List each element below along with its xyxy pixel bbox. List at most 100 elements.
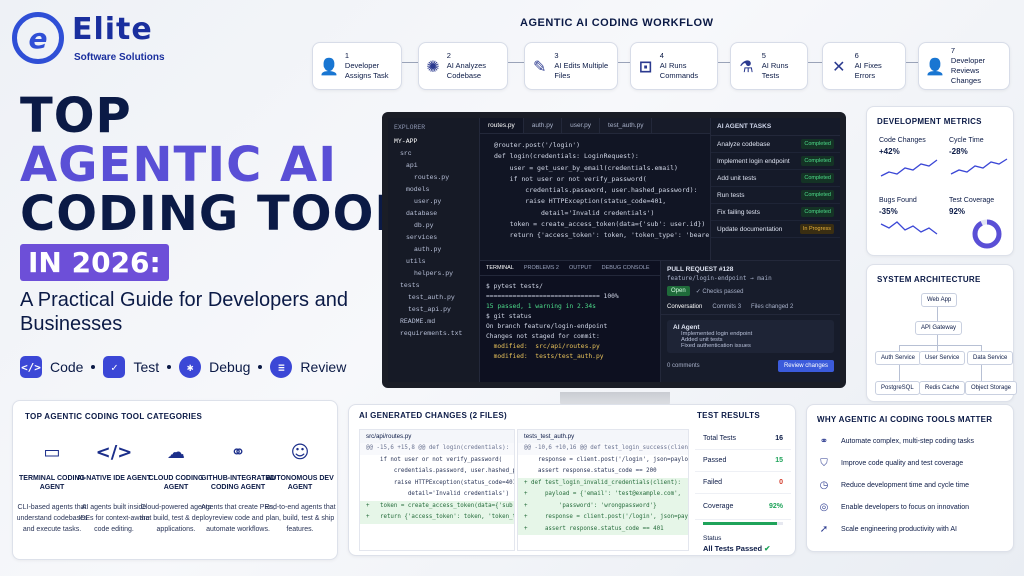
results-title: TEST RESULTS xyxy=(697,411,761,420)
edit-icon: ✎ xyxy=(532,56,547,76)
tree-item[interactable]: user.py xyxy=(388,196,479,208)
task-row[interactable]: Implement login endpoint Completed xyxy=(711,153,840,170)
architecture-title: SYSTEM ARCHITECTURE xyxy=(877,275,981,284)
tree-item[interactable]: utils xyxy=(388,256,479,268)
node-redis-cache: Redis Cache xyxy=(919,381,966,395)
workflow-step-1: 👤 1 Developer Assigns Task xyxy=(312,42,402,90)
test-results: TEST RESULTS Total Tests 16 Passed 15 Fail… xyxy=(695,411,791,553)
tree-item[interactable]: services xyxy=(388,232,479,244)
pull-request-panel: PULL REQUEST #128 feature/login-endpoint… xyxy=(660,260,840,382)
tools-icon: ✕ xyxy=(832,56,846,76)
step-text: AI Runs Commands xyxy=(659,61,699,80)
tab-terminal[interactable]: TERMINAL xyxy=(486,265,514,271)
tree-item[interactable]: test_api.py xyxy=(388,304,479,316)
tab-routes[interactable]: routes.py xyxy=(480,118,524,133)
tree-item[interactable]: api xyxy=(388,160,479,172)
tree-item[interactable]: database xyxy=(388,208,479,220)
diff-file-name: tests_test_auth.py xyxy=(518,430,688,443)
step-number: 2 xyxy=(446,51,451,60)
comments-count: 0 comments xyxy=(667,363,700,369)
code-line: credentials.password, user.hashed_passwo… xyxy=(494,186,698,195)
pill-label: Code xyxy=(50,359,84,375)
tab-problems[interactable]: PROBLEMS 2 xyxy=(524,265,559,271)
headline-year: IN 2026: xyxy=(20,244,169,281)
coverage-donut xyxy=(972,219,1002,249)
diff-line: assert response.status_code == 200 xyxy=(524,468,657,474)
ai-changes-card: AI GENERATED CHANGES (2 FILES) src/api/r… xyxy=(348,404,796,556)
tab-output[interactable]: OUTPUT xyxy=(569,265,592,271)
brand-logo: e Elite Software Solutions xyxy=(10,10,210,70)
tree-item[interactable]: tests xyxy=(388,280,479,292)
review-changes-button[interactable]: Review changes xyxy=(777,360,834,372)
tree-item[interactable]: routes.py xyxy=(388,172,479,184)
workflow-arrow xyxy=(718,62,730,63)
code-line: return {'access_token': token, 'token_ty… xyxy=(494,231,721,240)
node-auth-service: Auth Service xyxy=(875,351,922,365)
pill-code: </> Code xyxy=(20,356,83,378)
tree-item[interactable]: test_auth.py xyxy=(388,292,479,304)
task-row[interactable]: Add unit tests Completed xyxy=(711,170,840,187)
categories-title: TOP AGENTIC CODING TOOL CATEGORIES xyxy=(25,412,203,421)
status-badge: In Progress xyxy=(799,224,834,234)
pill-review: ≡ Review xyxy=(270,356,346,378)
step-number: 7 xyxy=(950,46,956,55)
tab-user[interactable]: user.py xyxy=(562,118,601,133)
tree-item[interactable]: helpers.py xyxy=(388,268,479,280)
code-editor[interactable]: routes.py auth.py user.py test_auth.py @… xyxy=(480,118,721,260)
tab-debug-console[interactable]: DEBUG CONSOLE xyxy=(602,265,650,271)
chat-icon: ≡ xyxy=(270,356,293,378)
step-text: Developer Reviews Changes xyxy=(950,56,986,85)
tab-commits[interactable]: Commits 3 xyxy=(712,304,741,310)
tree-item[interactable]: src xyxy=(388,148,479,160)
pill-label: Review xyxy=(300,359,347,375)
why-item: ⛉ Improve code quality and test coverage xyxy=(807,452,1013,474)
terminal-line: $ git status xyxy=(486,313,532,320)
node-user-service: User Service xyxy=(919,351,966,365)
node-web-app: Web App xyxy=(921,293,958,307)
comment-author: AI Agent xyxy=(673,324,700,331)
tab-test-auth[interactable]: test_auth.py xyxy=(600,118,653,133)
task-row[interactable]: Run tests Completed xyxy=(711,187,840,204)
task-row[interactable]: Fix failing tests Completed xyxy=(711,204,840,221)
code-icon: </> xyxy=(20,356,42,378)
status-badge: Completed xyxy=(801,139,834,149)
result-row-failed: Failed 0 xyxy=(695,472,791,494)
workflow-step-3: ✎ 3 AI Edits Multiple Files xyxy=(524,42,618,90)
connector-line xyxy=(899,345,981,346)
problems-count: 2 xyxy=(555,265,559,271)
tree-item[interactable]: models xyxy=(388,184,479,196)
tree-item[interactable]: requirements.txt xyxy=(388,328,479,340)
metric-cycle-time: Cycle Time -28% xyxy=(949,137,1013,191)
task-row[interactable]: Analyze codebase Completed xyxy=(711,136,840,153)
tab-files-changed[interactable]: Files changed 2 xyxy=(751,304,793,310)
tree-item[interactable]: README.md xyxy=(388,316,479,328)
tree-item[interactable]: MY-APP xyxy=(388,136,479,148)
task-row[interactable]: Update documentation In Progress xyxy=(711,221,840,238)
pill-test: ✓ Test xyxy=(103,356,159,378)
headline-line2: AGENTIC AI xyxy=(20,137,338,193)
status-value: All Tests Passed xyxy=(703,544,763,553)
tab-auth[interactable]: auth.py xyxy=(524,118,563,133)
explorer-title: EXPLORER xyxy=(394,124,426,131)
terminal-line: Changes not staged for commit: xyxy=(486,333,600,340)
terminal-panel[interactable]: TERMINAL PROBLEMS 2 OUTPUT DEBUG CONSOLE… xyxy=(480,260,660,382)
diff-line-added: + assert response.status_code == 401 xyxy=(518,523,688,535)
agent-comment: AI Agent Implemented login endpoint Adde… xyxy=(667,320,834,353)
headline-subtitle: A Practical Guide for Developers and Bus… xyxy=(20,289,348,335)
tree-item[interactable]: auth.py xyxy=(388,244,479,256)
diff-line-added: + response = client.post('/login', json=… xyxy=(518,512,688,524)
pill-label: Test xyxy=(133,359,160,375)
code-lines: @router.post('/login') def login(credent… xyxy=(480,134,721,242)
step-number: 6 xyxy=(854,51,859,60)
tree-item[interactable]: db.py xyxy=(388,220,479,232)
pill-debug: ✱ Debug xyxy=(179,356,250,378)
node-api-gateway: API Gateway xyxy=(915,321,963,335)
step-text: AI Fixes Errors xyxy=(854,61,882,80)
node-object-storage: Object Storage xyxy=(965,381,1018,395)
workflow-arrow xyxy=(618,62,630,63)
pr-title: PULL REQUEST #128 xyxy=(667,266,734,273)
terminal-line: ============================== 100% xyxy=(486,293,619,300)
code-line: @router.post('/login') xyxy=(494,141,581,149)
node-data-service: Data Service xyxy=(967,351,1014,365)
tab-conversation[interactable]: Conversation xyxy=(667,304,702,310)
